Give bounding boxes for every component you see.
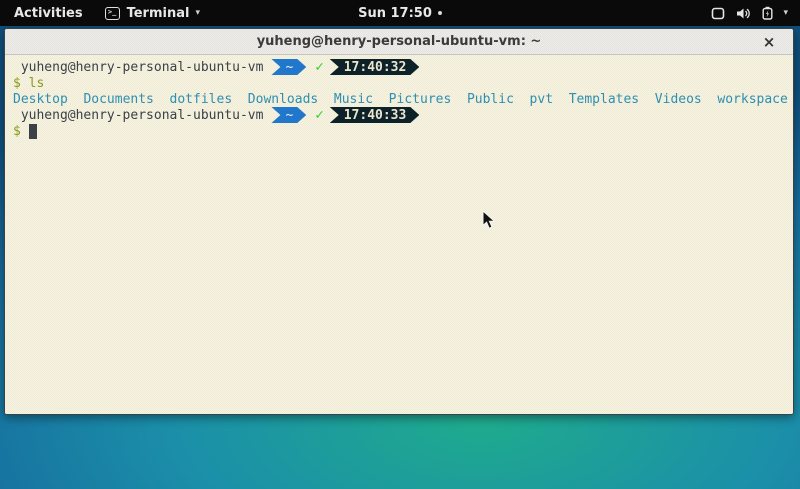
command-line: $ ls: [13, 75, 793, 91]
prompt-line-2: yuheng@henry-personal-ubuntu-vm ~ ✓ 17:4…: [13, 107, 793, 123]
input-line[interactable]: $: [13, 123, 793, 139]
activities-button[interactable]: Activities: [14, 0, 83, 26]
prompt-cwd-badge: ~: [271, 59, 306, 75]
window-title: yuheng@henry-personal-ubuntu-vm: ~: [257, 34, 542, 49]
tray-chevron-down-icon: ▾: [783, 8, 788, 18]
network-icon: [711, 7, 725, 20]
chevron-down-icon: ▾: [195, 8, 200, 18]
text-cursor: [29, 124, 37, 139]
desktop: Activities >_ Terminal ▾ Sun 17:50 ▾: [0, 0, 800, 489]
prompt-user-host: yuheng@henry-personal-ubuntu-vm: [21, 60, 264, 75]
prompt-user-host: yuheng@henry-personal-ubuntu-vm: [21, 108, 264, 123]
prompt-time-badge: 17:40:32: [330, 59, 420, 75]
prompt-line-1: yuheng@henry-personal-ubuntu-vm ~ ✓ 17:4…: [13, 59, 793, 75]
battery-charging-icon: [762, 6, 773, 20]
terminal-window: yuheng@henry-personal-ubuntu-vm: ~ × yuh…: [4, 28, 794, 415]
close-button[interactable]: ×: [760, 33, 778, 51]
top-bar: Activities >_ Terminal ▾ Sun 17:50 ▾: [0, 0, 800, 26]
prompt-success-check-icon: ✓: [315, 107, 323, 123]
app-menu[interactable]: >_ Terminal ▾: [105, 0, 200, 26]
activities-label: Activities: [14, 6, 83, 21]
terminal-app-icon: >_: [105, 7, 120, 20]
prompt-dollar: $: [13, 76, 21, 91]
app-menu-label: Terminal: [127, 6, 190, 21]
prompt-success-check-icon: ✓: [315, 59, 323, 75]
notification-dot-icon: [438, 11, 442, 15]
terminal-content[interactable]: yuheng@henry-personal-ubuntu-vm ~ ✓ 17:4…: [5, 55, 793, 414]
volume-icon: [736, 7, 751, 20]
titlebar[interactable]: yuheng@henry-personal-ubuntu-vm: ~ ×: [5, 29, 793, 55]
ls-output: Desktop Documents dotfiles Downloads Mus…: [13, 91, 793, 107]
prompt-cwd-badge: ~: [271, 107, 306, 123]
command-text: ls: [29, 76, 45, 91]
prompt-dollar: $: [13, 124, 21, 139]
prompt-time-badge: 17:40:33: [330, 107, 420, 123]
system-tray[interactable]: ▾: [711, 0, 792, 26]
clock[interactable]: Sun 17:50: [358, 6, 432, 21]
